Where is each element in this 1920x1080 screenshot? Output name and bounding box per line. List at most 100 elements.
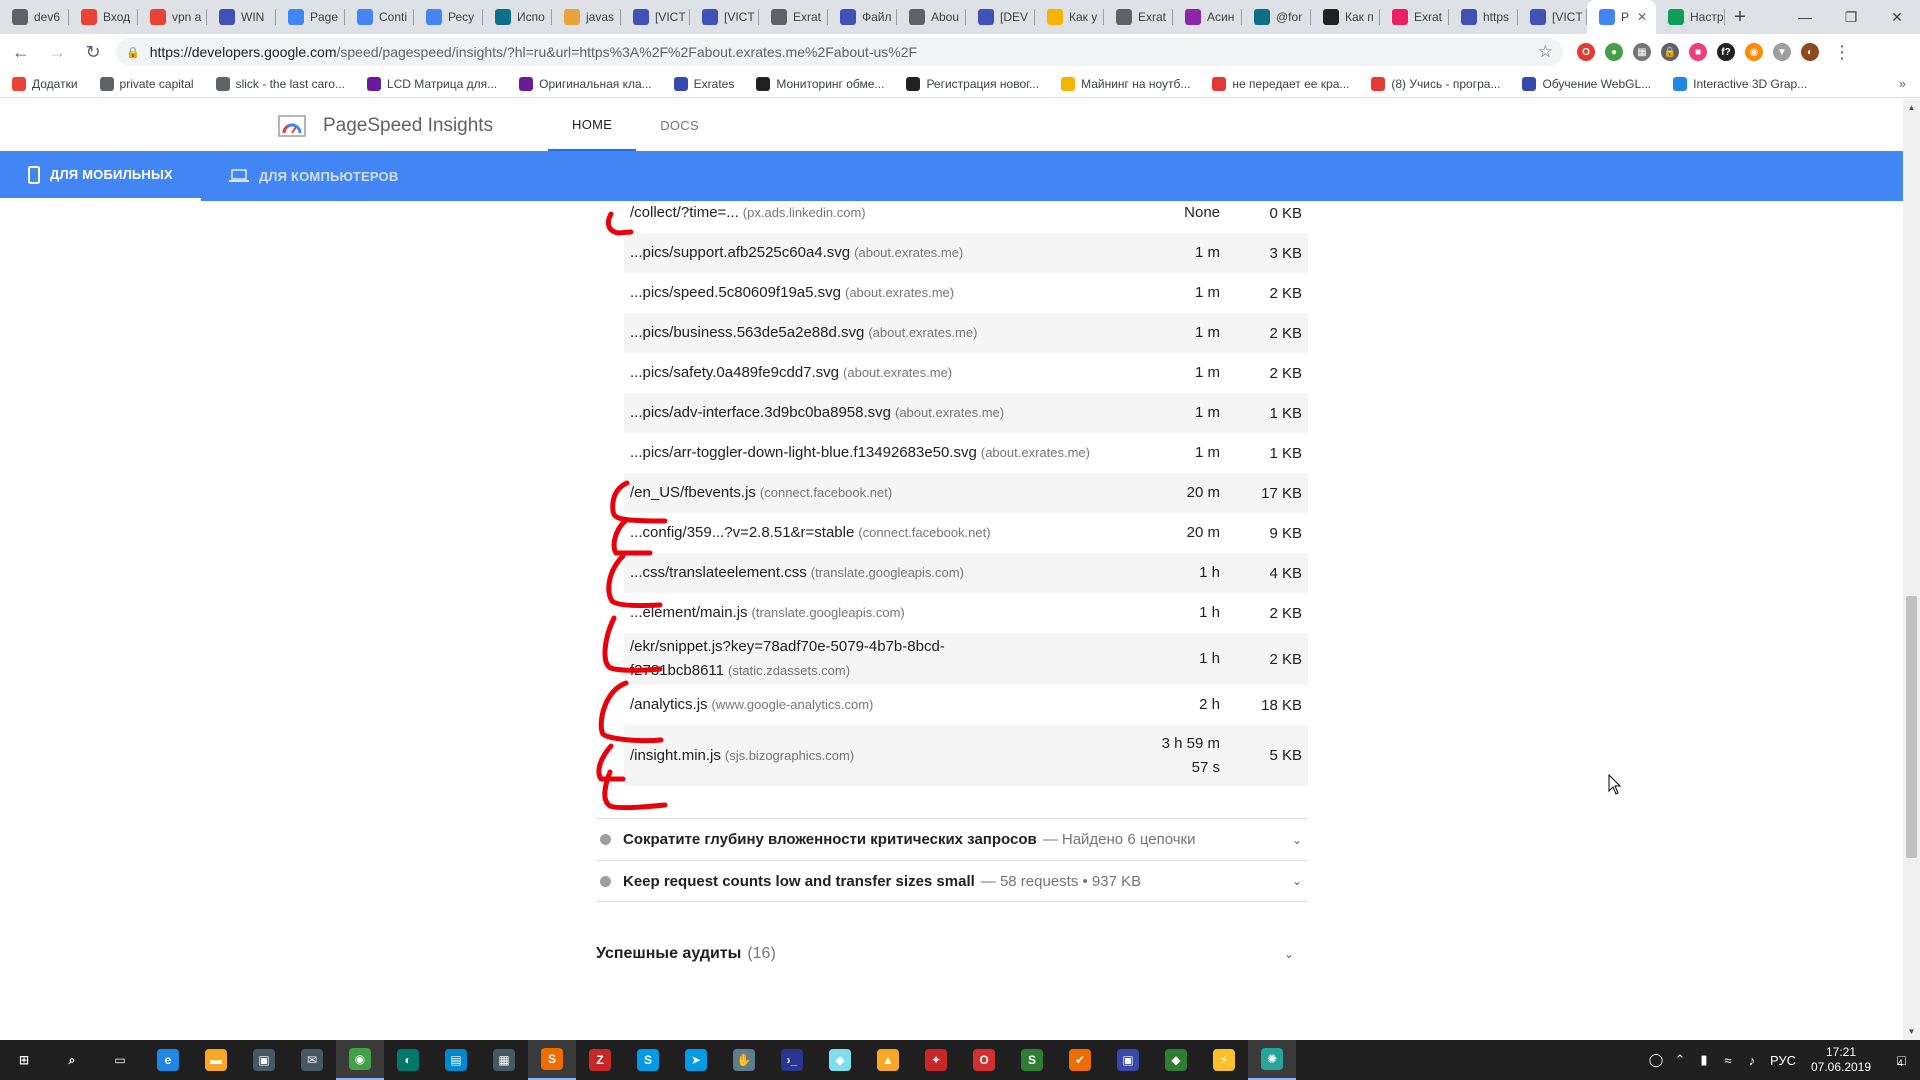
bookmark-item[interactable]: Обучение WebGL... bbox=[1522, 76, 1651, 91]
bookmark-item[interactable]: (8) Учись - програ... bbox=[1371, 76, 1500, 91]
browser-tab[interactable]: https bbox=[1449, 0, 1518, 34]
bookmark-item[interactable]: Exrates bbox=[673, 76, 734, 91]
nav-home[interactable]: HOME bbox=[548, 99, 637, 151]
address-bar[interactable]: 🔒 https://developers.google.com/speed/pa… bbox=[116, 38, 1563, 66]
taskbar-mail-button[interactable]: ✉ bbox=[288, 1040, 336, 1080]
passed-audits-header[interactable]: Успешные аудиты (16) ⌄ bbox=[596, 945, 1308, 963]
resource-url[interactable]: ...pics/arr-toggler-down-light-blue.f134… bbox=[630, 444, 977, 461]
resource-url[interactable]: ...pics/business.563de5a2e88d.svg bbox=[630, 324, 864, 341]
notifications-icon[interactable]: □ 4 bbox=[1880, 1052, 1920, 1068]
taskbar-filezilla-button[interactable]: Z bbox=[576, 1040, 624, 1080]
taskbar-app-feather-button[interactable]: ◆ bbox=[816, 1040, 864, 1080]
taskbar-app-win-button[interactable]: ▤ bbox=[432, 1040, 480, 1080]
browser-tab[interactable]: Abou bbox=[897, 0, 966, 34]
browser-tab[interactable]: Как п bbox=[1311, 0, 1380, 34]
browser-tab[interactable]: [VICT bbox=[690, 0, 759, 34]
wifi-icon[interactable]: ≈ bbox=[1716, 1053, 1740, 1068]
taskbar-chrome-button[interactable]: ◉ bbox=[336, 1040, 384, 1080]
back-icon[interactable]: ← bbox=[6, 37, 36, 67]
new-tab-button[interactable]: + bbox=[1725, 0, 1755, 34]
bookmarks-overflow-button[interactable]: » bbox=[1899, 76, 1906, 91]
reload-icon[interactable]: ↻ bbox=[78, 37, 108, 67]
browser-tab[interactable]: Вход bbox=[69, 0, 138, 34]
taskbar-store-button[interactable]: ▣ bbox=[240, 1040, 288, 1080]
browser-tab[interactable]: Exrat bbox=[1380, 0, 1449, 34]
browser-tab[interactable]: [DEV bbox=[966, 0, 1035, 34]
resource-url[interactable]: ...css/translateelement.css bbox=[630, 564, 807, 581]
taskbar-app-hand-button[interactable]: ✋ bbox=[720, 1040, 768, 1080]
taskbar-app-dark-button[interactable]: ◐ bbox=[384, 1040, 432, 1080]
page-scrollbar[interactable]: ▲ ▼ bbox=[1903, 99, 1920, 1040]
extension-icon[interactable]: O bbox=[1577, 43, 1595, 61]
maximize-icon[interactable]: ❐ bbox=[1828, 0, 1874, 34]
browser-tab[interactable]: javas bbox=[552, 0, 621, 34]
resource-url[interactable]: ...config/359...?v=2.8.51&r=stable bbox=[630, 524, 854, 541]
browser-tab[interactable]: @for bbox=[1242, 0, 1311, 34]
bookmark-item[interactable]: slick - the last caro... bbox=[215, 76, 345, 91]
resource-url[interactable]: ...pics/safety.0a489fe9cdd7.svg bbox=[630, 364, 839, 381]
menu-icon[interactable]: ⋮ bbox=[1827, 37, 1857, 67]
browser-tab[interactable]: Настр bbox=[1656, 0, 1725, 34]
taskbar-search-button[interactable]: ⌕ bbox=[48, 1040, 96, 1080]
taskbar-task-view-button[interactable]: ▭ bbox=[96, 1040, 144, 1080]
audit-critical-chains[interactable]: Сократите глубину вложенности критически… bbox=[596, 818, 1308, 860]
bookmark-item[interactable]: Додатки bbox=[12, 76, 78, 91]
tab-desktop[interactable]: ДЛЯ КОМПЬЮТЕРОВ bbox=[201, 151, 427, 201]
browser-tab[interactable]: Exrat bbox=[1104, 0, 1173, 34]
resource-url[interactable]: /collect/?time=... bbox=[630, 204, 739, 221]
bookmark-item[interactable]: Майнинг на ноутб... bbox=[1061, 76, 1190, 91]
browser-tab[interactable]: [VICT bbox=[1518, 0, 1587, 34]
extension-icon[interactable]: ▦ bbox=[1633, 43, 1651, 61]
scroll-up-icon[interactable]: ▲ bbox=[1903, 99, 1920, 116]
bookmark-item[interactable]: Мониторинг обме... bbox=[756, 76, 884, 91]
browser-tab[interactable]: vpn a bbox=[138, 0, 207, 34]
extension-icon[interactable]: ▼ bbox=[1773, 43, 1791, 61]
extension-icon[interactable]: ■ bbox=[1689, 43, 1707, 61]
browser-tab[interactable]: Испо bbox=[483, 0, 552, 34]
browser-tab[interactable]: [VICT bbox=[621, 0, 690, 34]
chevron-down-icon[interactable]: ⌄ bbox=[1292, 874, 1302, 888]
resource-url[interactable]: /insight.min.js bbox=[630, 747, 721, 764]
scroll-thumb[interactable] bbox=[1906, 596, 1917, 858]
extension-icon[interactable]: f? bbox=[1717, 43, 1735, 61]
taskbar-app-triangle-button[interactable]: ▲ bbox=[864, 1040, 912, 1080]
resource-url[interactable]: /analytics.js bbox=[630, 696, 708, 713]
clock[interactable]: 17:21 07.06.2019 bbox=[1802, 1045, 1880, 1075]
taskbar-explorer-button[interactable]: ▬ bbox=[192, 1040, 240, 1080]
taskbar-start-button[interactable]: ⊞ bbox=[0, 1040, 48, 1080]
volume-icon[interactable]: ♪ bbox=[1740, 1053, 1764, 1068]
taskbar-app-red-button[interactable]: ✦ bbox=[912, 1040, 960, 1080]
browser-tab[interactable]: Exrat bbox=[759, 0, 828, 34]
taskbar-app-globe-button[interactable]: ✺ bbox=[1248, 1040, 1296, 1080]
browser-tab[interactable]: Файл bbox=[828, 0, 897, 34]
chevron-down-icon[interactable]: ⌄ bbox=[1292, 833, 1302, 847]
taskbar-sublime-button[interactable]: S bbox=[528, 1040, 576, 1080]
bookmark-item[interactable]: Регистрация новог... bbox=[906, 76, 1039, 91]
browser-tab[interactable]: Асин bbox=[1173, 0, 1242, 34]
browser-tab[interactable]: Page bbox=[276, 0, 345, 34]
browser-tab[interactable]: Как у bbox=[1035, 0, 1104, 34]
resource-url[interactable]: ...pics/adv-interface.3d9bc0ba8958.svg bbox=[630, 404, 891, 421]
forward-icon[interactable]: → bbox=[42, 37, 72, 67]
taskbar-calculator-button[interactable]: ▦ bbox=[480, 1040, 528, 1080]
tray-overflow-icon[interactable]: ⌃ bbox=[1668, 1052, 1692, 1068]
taskbar-edge-button[interactable]: e bbox=[144, 1040, 192, 1080]
resource-url[interactable]: /ekr/snippet.js?key=78adf70e-5079-4b7b-8… bbox=[630, 638, 945, 655]
extension-icon[interactable]: ◉ bbox=[1745, 43, 1763, 61]
taskbar-app-bolt-button[interactable]: ⚡ bbox=[1200, 1040, 1248, 1080]
battery-icon[interactable]: ▮ bbox=[1692, 1052, 1716, 1068]
bookmark-star-icon[interactable]: ☆ bbox=[1538, 42, 1553, 62]
taskbar-opera-button[interactable]: O bbox=[960, 1040, 1008, 1080]
bookmark-item[interactable]: LCD Матрица для... bbox=[366, 76, 497, 91]
taskbar-app-monitor-button[interactable]: ▣ bbox=[1104, 1040, 1152, 1080]
audit-request-counts[interactable]: Keep request counts low and transfer siz… bbox=[596, 860, 1308, 902]
taskbar-telegram-button[interactable]: ➤ bbox=[672, 1040, 720, 1080]
extension-icon[interactable]: 🔒 bbox=[1661, 43, 1679, 61]
taskbar-powershell-button[interactable]: ›_ bbox=[768, 1040, 816, 1080]
scroll-down-icon[interactable]: ▼ bbox=[1903, 1023, 1920, 1040]
browser-tab[interactable]: dev6 bbox=[0, 0, 69, 34]
language-indicator[interactable]: РУС bbox=[1764, 1053, 1802, 1068]
nav-docs[interactable]: DOCS bbox=[636, 99, 723, 151]
extension-icon[interactable]: ● bbox=[1605, 43, 1623, 61]
extension-icon[interactable]: ◐ bbox=[1801, 43, 1819, 61]
